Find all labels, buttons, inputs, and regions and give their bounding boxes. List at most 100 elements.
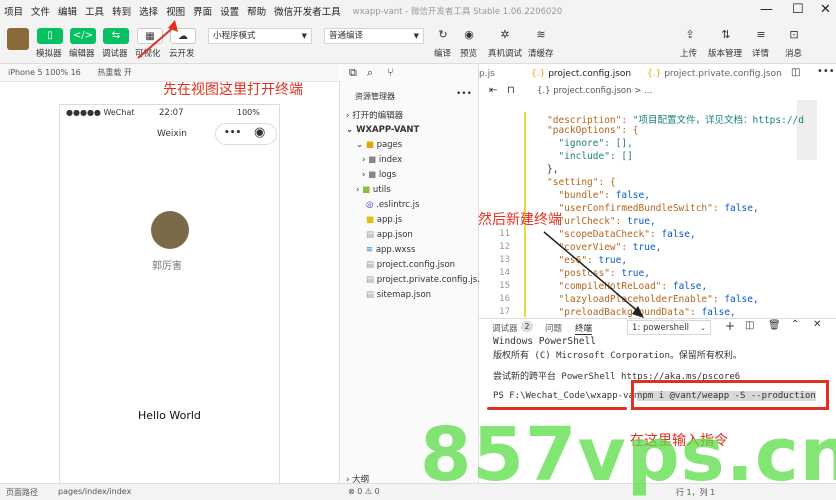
trash-icon[interactable]: 🗑: [768, 320, 781, 331]
preview-label: 预览: [460, 49, 478, 59]
tree-item-appjs[interactable]: ■ app.js: [366, 215, 402, 225]
breadcrumb[interactable]: {.} project.config.json > ...: [537, 86, 652, 96]
menu-select[interactable]: 选择: [135, 4, 162, 18]
compile-select[interactable]: 普通编译 ▼: [324, 28, 424, 44]
tree-item-logs[interactable]: › ■ logs: [362, 170, 396, 180]
code-key: "userConfirmedBundleSwitch":: [547, 203, 725, 214]
line-number: 16: [499, 294, 510, 304]
split-icon[interactable]: ◫: [791, 67, 800, 78]
mode-select-value: 小程序模式: [213, 31, 256, 41]
line-number: 17: [499, 307, 510, 317]
new-terminal-icon[interactable]: +: [725, 319, 735, 333]
maximize-icon[interactable]: ☐: [792, 2, 804, 17]
tab-project-config[interactable]: {.} project.config.json: [531, 64, 632, 84]
search-icon[interactable]: ⌕: [367, 66, 373, 80]
menu-view[interactable]: 视图: [162, 4, 189, 18]
menu-settings[interactable]: 设置: [216, 4, 243, 18]
menu-tools[interactable]: 工具: [81, 4, 108, 18]
compile-icon[interactable]: ↻: [434, 28, 452, 44]
close-panel-icon[interactable]: ✕: [813, 319, 821, 330]
folder-icon: ■: [368, 155, 377, 165]
debugger-toggle[interactable]: ⇆: [103, 28, 129, 44]
close-icon[interactable]: ✕: [820, 2, 831, 17]
menu-goto[interactable]: 转到: [108, 4, 135, 18]
git-icon[interactable]: ⑂: [387, 66, 394, 79]
line-number: 15: [499, 281, 510, 291]
window-title: wxapp-vant - 微信开发者工具 Stable 1.06.2206020: [352, 7, 563, 17]
tree-item-pages[interactable]: ⌄ ■ pages: [356, 140, 402, 150]
tab-debugger[interactable]: 调试器: [492, 322, 518, 334]
project-section[interactable]: ⌄ WXAPP-VANT: [346, 125, 419, 135]
annotation-new-terminal: 然后新建终端: [478, 211, 562, 227]
bookmark-icon[interactable]: ⊓: [507, 85, 515, 96]
more-icon[interactable]: •••: [456, 89, 472, 99]
code-key: "setting": {: [547, 177, 616, 188]
tree-label: sitemap.json: [376, 290, 432, 300]
debugger-label: 调试器: [102, 49, 128, 59]
tree-item-eslintrc[interactable]: ◎ .eslintrc.js: [366, 200, 419, 210]
menubar: 项目 文件 编辑 工具 转到 选择 视图 界面 设置 帮助 微信开发者工具 wx…: [0, 0, 836, 22]
line-number: 13: [499, 255, 510, 265]
tab-label: project.private.config.json: [664, 69, 782, 79]
files-icon[interactable]: ⧉: [349, 66, 357, 80]
tree-item-private-config[interactable]: ▤ project.private.config.js...: [366, 275, 485, 285]
tab-pjs[interactable]: p.js: [479, 64, 495, 84]
details-icon[interactable]: ≡: [752, 28, 770, 44]
tree-item-index[interactable]: › ■ index: [362, 155, 402, 165]
simulator-toggle[interactable]: ▯: [37, 28, 63, 44]
capsule-button[interactable]: ••• ◉: [215, 123, 277, 145]
folder-icon: ■: [368, 170, 377, 180]
split-terminal-icon[interactable]: ◫: [745, 320, 754, 331]
code-value: false,: [661, 229, 696, 240]
editor-toggle[interactable]: </>: [70, 28, 96, 44]
tree-item-appwxss[interactable]: ≋ app.wxss: [366, 245, 415, 255]
tab-private-config[interactable]: {.} project.private.config.json: [647, 64, 782, 84]
menu-edit[interactable]: 编辑: [54, 4, 81, 18]
preview-icon[interactable]: ◉: [460, 28, 478, 44]
hotreload-toggle[interactable]: 热重载 开: [97, 68, 132, 77]
tab-problems[interactable]: 问题: [545, 322, 562, 334]
tree-label: app.json: [376, 230, 413, 240]
json-file-icon: {.}: [531, 69, 546, 79]
code-line: "setting": {: [547, 177, 616, 188]
close-circle-icon[interactable]: ◉: [254, 125, 265, 140]
menu-file[interactable]: 文件: [27, 4, 54, 18]
tree-item-project-config[interactable]: ▤ project.config.json: [366, 260, 455, 270]
details-label: 详情: [752, 49, 770, 59]
tree-label: .eslintrc.js: [376, 200, 420, 210]
json-file-icon: ▤: [366, 290, 375, 300]
avatar[interactable]: [7, 28, 29, 50]
chevron-up-icon[interactable]: ⌃: [791, 319, 799, 330]
upload-icon[interactable]: ⇪: [681, 28, 699, 44]
mode-select[interactable]: 小程序模式 ▼: [208, 28, 312, 44]
error-count[interactable]: ⊗ 0 ⚠ 0: [348, 487, 380, 496]
code-line: },: [547, 164, 558, 175]
menu-interface[interactable]: 界面: [189, 4, 216, 18]
clear-cache-icon[interactable]: ≋: [532, 28, 550, 44]
page-path[interactable]: pages/index/index: [58, 487, 131, 496]
minimize-icon[interactable]: —: [760, 2, 773, 17]
open-editors-section[interactable]: › 打开的编辑器: [346, 109, 403, 121]
back-icon[interactable]: ⇤: [489, 85, 497, 96]
tree-item-utils[interactable]: › ■ utils: [356, 185, 391, 195]
json-file-icon: ▤: [366, 260, 375, 270]
menu-help[interactable]: 帮助: [243, 4, 270, 18]
terminal-prompt: PS F:\Wechat_Code\wxapp-vant>: [493, 391, 651, 401]
code-key: "packOptions": {: [547, 125, 639, 136]
tab-terminal[interactable]: 终端: [575, 322, 593, 335]
menu-devtools[interactable]: 微信开发者工具: [270, 4, 345, 18]
json-file-icon: {.}: [647, 69, 662, 79]
code-key: "ignore": [],: [547, 138, 633, 149]
tree-item-appjson[interactable]: ▤ app.json: [366, 230, 413, 240]
tree-label: utils: [372, 185, 391, 195]
js-file-icon: ■: [366, 215, 375, 225]
messages-icon[interactable]: ⊡: [785, 28, 803, 44]
tree-item-sitemap[interactable]: ▤ sitemap.json: [366, 290, 431, 300]
real-debug-icon[interactable]: ✲: [496, 28, 514, 44]
page-path-label: 页面路径: [6, 488, 38, 497]
device-select[interactable]: iPhone 5 100% 16: [8, 68, 81, 77]
more-icon[interactable]: •••: [817, 66, 835, 77]
menu-project[interactable]: 项目: [0, 4, 27, 18]
more-icon[interactable]: •••: [224, 128, 241, 138]
version-icon[interactable]: ⇅: [717, 28, 735, 44]
